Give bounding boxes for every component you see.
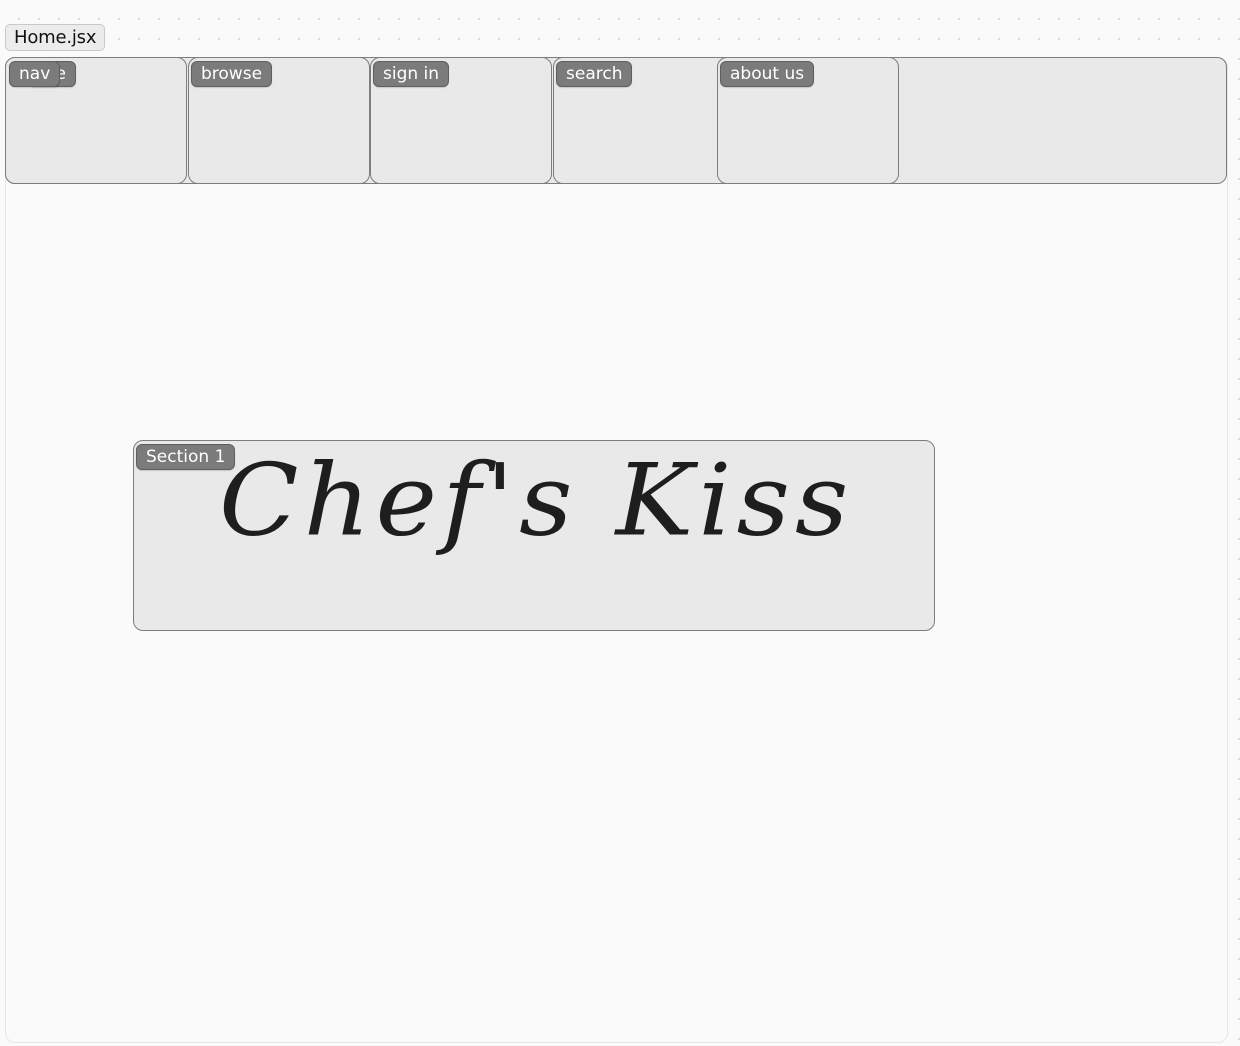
file-tab-label: Home.jsx bbox=[14, 27, 97, 48]
nav-item-about-us-label: about us bbox=[730, 64, 805, 84]
nav-item-search-chip[interactable]: search bbox=[556, 61, 633, 87]
nav-item-about-us-chip[interactable]: about us bbox=[720, 61, 815, 87]
nav-item-sign-in-label: sign in bbox=[383, 64, 440, 84]
file-tab-home-jsx[interactable]: Home.jsx bbox=[5, 24, 106, 51]
section-1-chip-label: Section 1 bbox=[146, 447, 226, 467]
nav-item-browse-label: browse bbox=[201, 64, 263, 84]
nav-item-sign-in-chip[interactable]: sign in bbox=[373, 61, 450, 87]
nav-chip-label: nav bbox=[19, 64, 51, 84]
nav-item-search-label: search bbox=[566, 64, 623, 84]
nav-chip[interactable]: nav bbox=[9, 61, 61, 87]
section-1-box[interactable]: Chef's Kiss bbox=[133, 440, 935, 631]
nav-item-browse-chip[interactable]: browse bbox=[191, 61, 273, 87]
section-1-chip[interactable]: Section 1 bbox=[136, 444, 236, 470]
section-1-heading: Chef's Kiss bbox=[219, 442, 854, 559]
